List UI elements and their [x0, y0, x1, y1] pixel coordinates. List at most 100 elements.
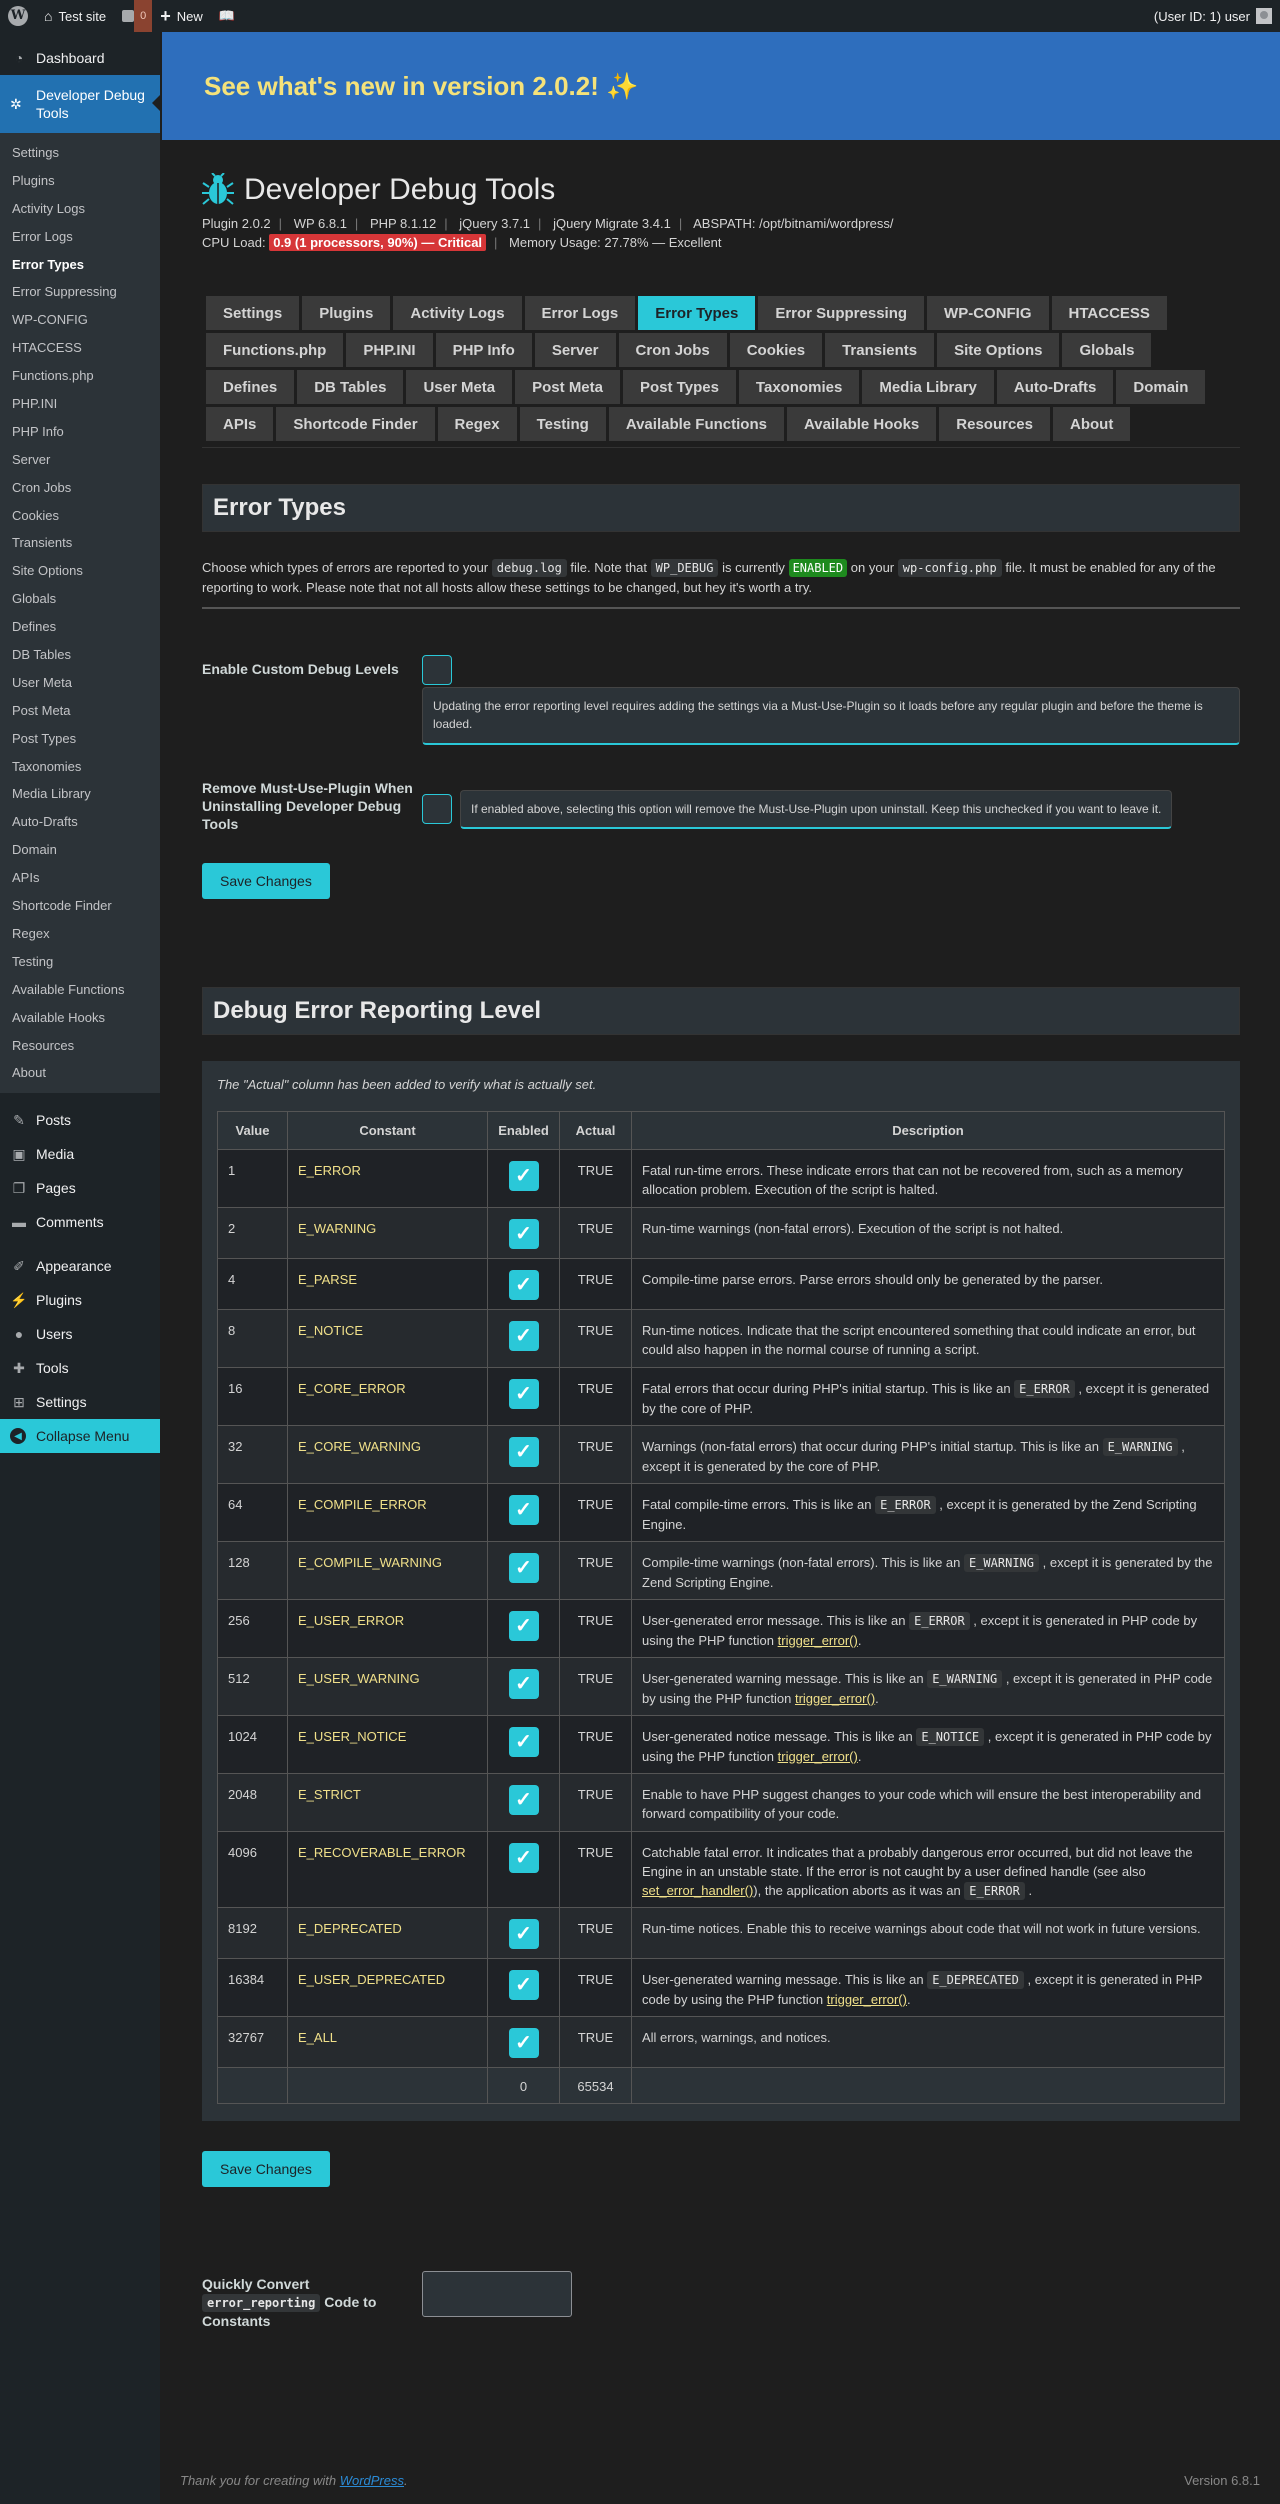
enabled-checkbox[interactable]: ✓ — [508, 1843, 539, 1873]
tab-wp-config[interactable]: WP-CONFIG — [927, 296, 1049, 330]
submenu-item-available-functions[interactable]: Available Functions — [0, 976, 160, 1004]
tab-transients[interactable]: Transients — [825, 333, 935, 367]
user-account[interactable]: (User ID: 1) user — [1154, 8, 1280, 24]
tab-cookies[interactable]: Cookies — [729, 333, 823, 367]
submenu-item-about[interactable]: About — [0, 1059, 160, 1087]
tab-resources[interactable]: Resources — [939, 407, 1050, 441]
tab-defines[interactable]: Defines — [206, 370, 295, 404]
tab-error-logs[interactable]: Error Logs — [524, 296, 636, 330]
tab-auto-drafts[interactable]: Auto-Drafts — [996, 370, 1114, 404]
enabled-checkbox[interactable]: ✓ — [508, 1495, 539, 1525]
submenu-item-taxonomies[interactable]: Taxonomies — [0, 753, 160, 781]
enabled-checkbox[interactable]: ✓ — [508, 2028, 539, 2058]
tab-settings[interactable]: Settings — [206, 296, 300, 330]
tab-available-hooks[interactable]: Available Hooks — [786, 407, 937, 441]
submenu-item-domain[interactable]: Domain — [0, 836, 160, 864]
enabled-checkbox[interactable]: ✓ — [508, 1669, 539, 1699]
menu-pages[interactable]: ❐ Pages — [0, 1171, 160, 1205]
submenu-item-activity-logs[interactable]: Activity Logs — [0, 195, 160, 223]
enabled-checkbox[interactable]: ✓ — [508, 1219, 539, 1249]
collapse-menu-button[interactable]: ◀ Collapse Menu — [0, 1419, 160, 1454]
submenu-item-php-ini[interactable]: PHP.INI — [0, 390, 160, 418]
submenu-item-error-types[interactable]: Error Types — [0, 251, 160, 279]
submenu-item-user-meta[interactable]: User Meta — [0, 669, 160, 697]
submenu-item-htaccess[interactable]: HTACCESS — [0, 334, 160, 362]
enabled-checkbox[interactable]: ✓ — [508, 1727, 539, 1757]
submenu-item-post-types[interactable]: Post Types — [0, 725, 160, 753]
new-content-button[interactable]: + New — [152, 0, 211, 32]
menu-posts[interactable]: ✎ Posts — [0, 1103, 160, 1137]
enabled-checkbox[interactable]: ✓ — [508, 1553, 539, 1583]
submenu-item-auto-drafts[interactable]: Auto-Drafts — [0, 808, 160, 836]
enabled-checkbox[interactable]: ✓ — [508, 1785, 539, 1815]
tab-apis[interactable]: APIs — [206, 407, 274, 441]
tab-about[interactable]: About — [1053, 407, 1131, 441]
menu-comments[interactable]: ▬ Comments — [0, 1205, 160, 1239]
submenu-item-post-meta[interactable]: Post Meta — [0, 697, 160, 725]
function-link[interactable]: trigger_error() — [778, 1633, 858, 1648]
tab-plugins[interactable]: Plugins — [302, 296, 391, 330]
submenu-item-wp-config[interactable]: WP-CONFIG — [0, 306, 160, 334]
comments-count[interactable]: 0 — [134, 0, 153, 32]
submenu-item-functions-php[interactable]: Functions.php — [0, 362, 160, 390]
submenu-item-error-logs[interactable]: Error Logs — [0, 223, 160, 251]
tab-php-info[interactable]: PHP Info — [435, 333, 532, 367]
tab-globals[interactable]: Globals — [1062, 333, 1152, 367]
tab-error-types[interactable]: Error Types — [638, 296, 756, 330]
submenu-item-resources[interactable]: Resources — [0, 1032, 160, 1060]
menu-settings[interactable]: ⊞ Settings — [0, 1385, 160, 1419]
tab-functions-php[interactable]: Functions.php — [206, 333, 344, 367]
menu-developer-debug-tools[interactable]: ✲ Developer Debug Tools — [0, 75, 160, 133]
function-link[interactable]: set_error_handler() — [642, 1883, 753, 1898]
wordpress-logo-icon[interactable]: W — [0, 0, 36, 32]
menu-dashboard[interactable]: ◔ Dashboard — [0, 41, 160, 75]
enable-custom-debug-levels-checkbox[interactable] — [422, 655, 452, 685]
tab-cron-jobs[interactable]: Cron Jobs — [618, 333, 727, 367]
enabled-checkbox[interactable]: ✓ — [508, 1379, 539, 1409]
submenu-item-site-options[interactable]: Site Options — [0, 557, 160, 585]
submenu-item-apis[interactable]: APIs — [0, 864, 160, 892]
tab-site-options[interactable]: Site Options — [937, 333, 1060, 367]
function-link[interactable]: trigger_error() — [827, 1992, 907, 2007]
enabled-checkbox[interactable]: ✓ — [508, 1437, 539, 1467]
tab-available-functions[interactable]: Available Functions — [608, 407, 784, 441]
submenu-item-defines[interactable]: Defines — [0, 613, 160, 641]
submenu-item-transients[interactable]: Transients — [0, 529, 160, 557]
tab-taxonomies[interactable]: Taxonomies — [738, 370, 860, 404]
wordpress-link[interactable]: WordPress — [340, 2473, 404, 2488]
remove-mu-plugin-checkbox[interactable] — [422, 794, 452, 824]
submenu-item-error-suppressing[interactable]: Error Suppressing — [0, 278, 160, 306]
save-changes-button-2[interactable]: Save Changes — [202, 2151, 330, 2187]
submenu-item-globals[interactable]: Globals — [0, 585, 160, 613]
menu-users[interactable]: ● Users — [0, 1317, 160, 1351]
enabled-checkbox[interactable]: ✓ — [508, 1321, 539, 1351]
tab-server[interactable]: Server — [534, 333, 616, 367]
enabled-checkbox[interactable]: ✓ — [508, 1970, 539, 2000]
tab-shortcode-finder[interactable]: Shortcode Finder — [276, 407, 435, 441]
menu-tools[interactable]: ✚ Tools — [0, 1351, 160, 1385]
submenu-item-plugins[interactable]: Plugins — [0, 167, 160, 195]
tab-db-tables[interactable]: DB Tables — [297, 370, 404, 404]
menu-plugins[interactable]: ⚡ Plugins — [0, 1283, 160, 1317]
tab-htaccess[interactable]: HTACCESS — [1051, 296, 1167, 330]
submenu-item-server[interactable]: Server — [0, 446, 160, 474]
save-changes-button[interactable]: Save Changes — [202, 863, 330, 899]
enabled-checkbox[interactable]: ✓ — [508, 1161, 539, 1191]
submenu-item-testing[interactable]: Testing — [0, 948, 160, 976]
enabled-checkbox[interactable]: ✓ — [508, 1611, 539, 1641]
enabled-checkbox[interactable]: ✓ — [508, 1919, 539, 1949]
tab-php-ini[interactable]: PHP.INI — [346, 333, 433, 367]
tab-activity-logs[interactable]: Activity Logs — [393, 296, 522, 330]
submenu-item-cookies[interactable]: Cookies — [0, 502, 160, 530]
submenu-item-php-info[interactable]: PHP Info — [0, 418, 160, 446]
function-link[interactable]: trigger_error() — [795, 1691, 875, 1706]
site-name-link[interactable]: ⌂ Test site — [36, 0, 114, 32]
tab-media-library[interactable]: Media Library — [862, 370, 994, 404]
tab-error-suppressing[interactable]: Error Suppressing — [758, 296, 925, 330]
submenu-item-regex[interactable]: Regex — [0, 920, 160, 948]
submenu-item-settings[interactable]: Settings — [0, 139, 160, 167]
tab-regex[interactable]: Regex — [437, 407, 517, 441]
menu-appearance[interactable]: ✐ Appearance — [0, 1249, 160, 1283]
submenu-item-media-library[interactable]: Media Library — [0, 780, 160, 808]
book-icon[interactable]: 📖 — [211, 0, 243, 32]
